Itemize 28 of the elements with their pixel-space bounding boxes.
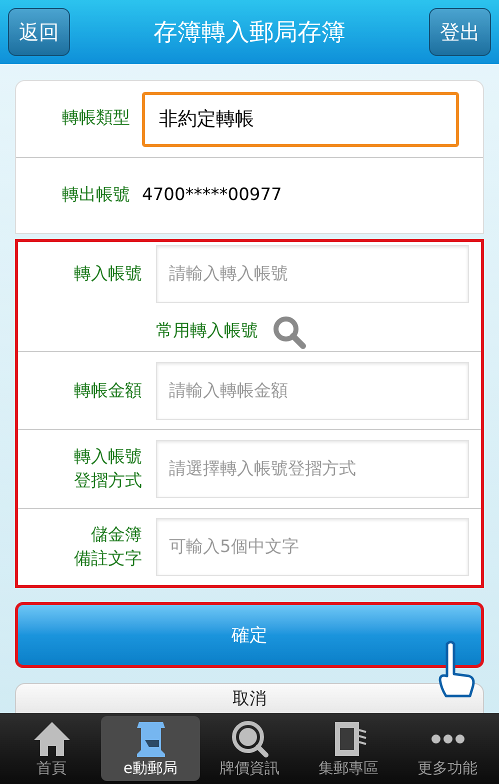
input-field[interactable]: 可輸入5個中文字 [156, 518, 469, 576]
search-icon[interactable] [272, 314, 306, 348]
pointing-hand-icon [437, 640, 477, 700]
account-number: 4700*****00977 [142, 184, 282, 207]
input-field[interactable]: 請選擇轉入帳號登摺方式 [156, 440, 469, 498]
more-icon [430, 734, 464, 744]
frequent-accounts-link[interactable]: 常用轉入帳號 [156, 318, 258, 344]
page-title: 存簿轉入郵局存簿 [154, 17, 346, 48]
field-label: 儲金簿 備註文字 [73, 524, 143, 571]
dollar-search-icon [230, 720, 270, 758]
confirm-button[interactable]: 確定 [15, 602, 484, 668]
input-field[interactable]: 請輸入轉入帳號 [156, 244, 469, 302]
back-button[interactable]: 返回 [8, 8, 70, 56]
tab-item[interactable]: 集郵專區 [299, 716, 398, 781]
transfer-type-field[interactable]: 非約定轉帳 [142, 92, 459, 146]
field-label: 轉入帳號 [73, 262, 143, 286]
field-label: 轉入帳號 登摺方式 [73, 446, 143, 493]
tab-item[interactable]: 首頁 [2, 716, 101, 781]
field-label: 轉帳類型 [61, 107, 131, 130]
field-label: 轉帳金額 [73, 380, 143, 402]
logout-button[interactable]: 登出 [429, 8, 491, 56]
home-icon [32, 720, 72, 758]
cancel-button[interactable]: 取消 [15, 683, 484, 713]
tab-item[interactable]: 更多功能 [398, 716, 497, 781]
input-field[interactable]: 請輸入轉帳金額 [156, 362, 469, 420]
field-label: 轉出帳號 [61, 184, 131, 207]
tab-item[interactable]: e動郵局 [101, 716, 200, 781]
tab-item[interactable]: 牌價資訊 [200, 716, 299, 781]
